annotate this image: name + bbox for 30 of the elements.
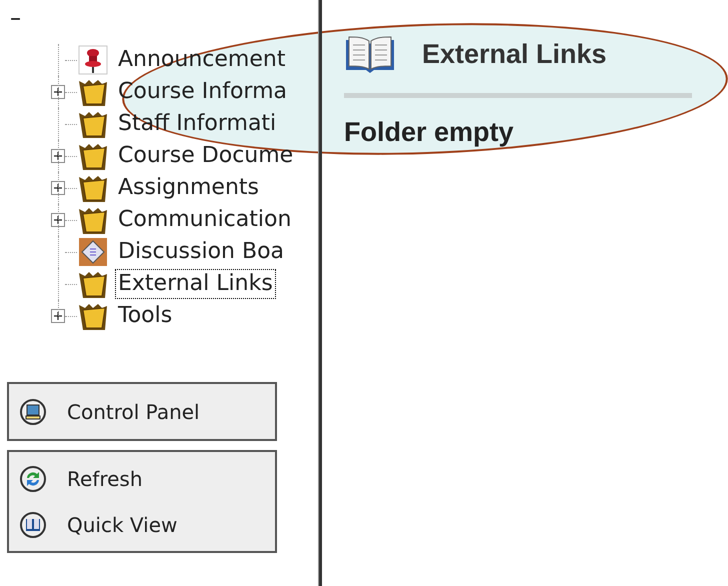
book-icon	[344, 34, 396, 74]
monitor-icon	[19, 398, 47, 426]
folder-icon	[77, 205, 109, 235]
empty-folder-message: Folder empty	[344, 116, 515, 149]
page-title: External Links	[422, 38, 607, 71]
tree-item[interactable]: Tools	[115, 301, 176, 331]
book-icon	[19, 510, 47, 538]
menu-link[interactable]: Quick View	[19, 510, 265, 540]
tree-item[interactable]: Discussion Boa	[115, 237, 288, 267]
tree-item[interactable]: Assignments	[115, 173, 262, 203]
folder-icon	[77, 173, 109, 203]
discussion-board-icon	[78, 237, 108, 267]
expand-toggle[interactable]	[51, 309, 65, 323]
menu-link[interactable]: Refresh	[19, 464, 265, 494]
folder-icon	[77, 301, 109, 331]
expand-toggle[interactable]	[51, 85, 65, 99]
expand-toggle[interactable]	[51, 181, 65, 195]
folder-icon	[77, 141, 109, 171]
folder-icon	[77, 77, 109, 107]
collapse-mark[interactable]: –	[10, 6, 21, 31]
menu-link[interactable]: Control Panel	[19, 396, 265, 426]
folder-icon	[77, 269, 109, 299]
refresh-icon	[19, 464, 47, 492]
tree-item[interactable]: Course Docume	[115, 141, 296, 171]
expand-toggle[interactable]	[51, 213, 65, 227]
expand-toggle[interactable]	[51, 149, 65, 163]
folder-icon	[77, 109, 109, 139]
pushpin-icon	[78, 45, 108, 75]
tree-item[interactable]: External Links	[115, 269, 276, 299]
tree-item[interactable]: Communication	[115, 205, 294, 235]
